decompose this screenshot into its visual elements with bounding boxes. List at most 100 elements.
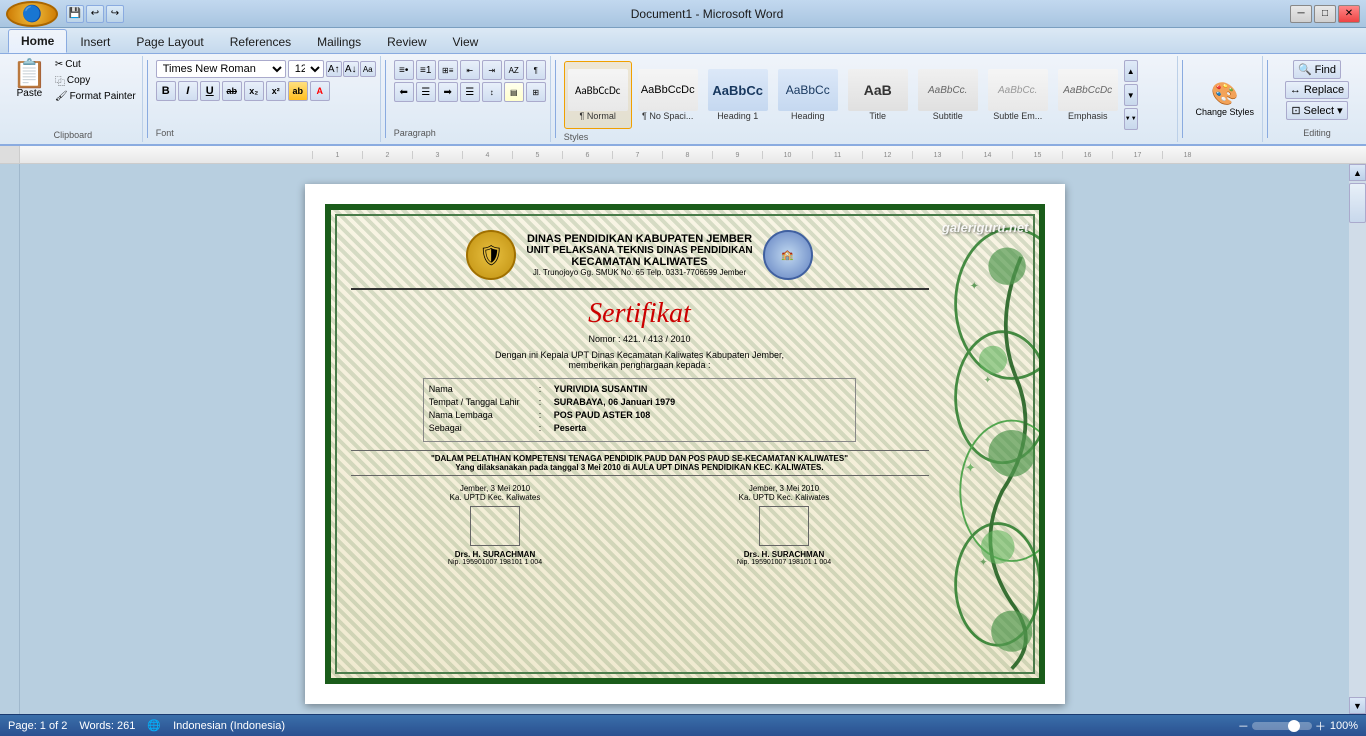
maximize-button[interactable]: □ (1314, 5, 1336, 23)
show-hide-button[interactable]: ¶ (526, 60, 546, 80)
font-name-select[interactable]: Times New Roman (156, 60, 286, 78)
copy-button[interactable]: ⿻ Copy (53, 72, 138, 89)
underline-button[interactable]: U (200, 81, 220, 101)
scroll-down-button[interactable]: ▼ (1349, 697, 1366, 714)
italic-button[interactable]: I (178, 81, 198, 101)
select-icon: ⊡ (1291, 104, 1300, 117)
ruler-mark-2: 2 (362, 151, 412, 159)
align-right-button[interactable]: ➡ (438, 82, 458, 102)
cert-field-name-value: YURIVIDIA SUSANTIN (554, 384, 851, 394)
borders-button[interactable]: ⊞ (526, 82, 546, 102)
cert-field-birth: Tempat / Tanggal Lahir : SURABAYA, 06 Ja… (429, 397, 851, 407)
font-group-label: Font (156, 128, 174, 138)
tab-insert[interactable]: Insert (67, 30, 123, 53)
increase-indent-button[interactable]: ⇥ (482, 60, 502, 80)
title-bar-left: 🔵 💾 ↩ ↪ (6, 1, 124, 27)
styles-group-label: Styles (564, 132, 589, 142)
style-emph-preview: AaBbCcDc (1058, 69, 1118, 111)
office-button[interactable]: 🔵 (6, 1, 58, 27)
ruler-mark-4: 4 (462, 151, 512, 159)
format-painter-icon: 🖌 (55, 91, 68, 102)
scroll-track[interactable] (1349, 181, 1366, 697)
style-emphasis[interactable]: AaBbCcDc Emphasis (1054, 61, 1122, 129)
change-styles-button[interactable]: 🎨 Change Styles (1191, 77, 1258, 121)
scroll-thumb[interactable] (1349, 183, 1366, 223)
bold-button[interactable]: B (156, 81, 176, 101)
find-button[interactable]: 🔍 Find (1293, 60, 1341, 79)
zoom-control[interactable]: － ＋ (1238, 718, 1326, 734)
style-heading2[interactable]: AaBbCc Heading (774, 61, 842, 129)
decrease-indent-button[interactable]: ⇤ (460, 60, 480, 80)
style-normal[interactable]: AaBbCcDc ¶ Normal (564, 61, 632, 129)
style-subtle-em[interactable]: AaBbCc. Subtle Em... (984, 61, 1052, 129)
cert-sig-right: Jember, 3 Mei 2010 Ka. UPTD Kec. Kaliwat… (737, 484, 831, 566)
document-area[interactable]: galeriguru.net ✦ ✦ ✦ (20, 164, 1349, 714)
clear-format-button[interactable]: Aa (360, 61, 376, 77)
align-left-button[interactable]: ⬅ (394, 82, 414, 102)
numbered-list-button[interactable]: ≡1 (416, 60, 436, 80)
close-button[interactable]: ✕ (1338, 5, 1360, 23)
replace-button[interactable]: ↔ Replace (1285, 81, 1349, 99)
redo-button[interactable]: ↪ (106, 5, 124, 23)
tab-review[interactable]: Review (374, 30, 439, 53)
cut-button[interactable]: ✂ Cut (53, 58, 138, 71)
save-button[interactable]: 💾 (66, 5, 84, 23)
subscript-button[interactable]: x₂ (244, 81, 264, 101)
cert-sig2-box (759, 506, 809, 546)
styles-scroll-down[interactable]: ▼ (1124, 84, 1138, 106)
zoom-out-icon[interactable]: － (1238, 718, 1249, 734)
style-heading1[interactable]: AaBbCc Heading 1 (704, 61, 772, 129)
clipboard-small-buttons: ✂ Cut ⿻ Copy 🖌 Format Painter (53, 58, 138, 103)
font-size-select[interactable]: 12 (288, 60, 324, 78)
highlight-button[interactable]: ab (288, 81, 308, 101)
justify-button[interactable]: ☰ (460, 82, 480, 102)
select-button[interactable]: ⊡ Select ▾ (1286, 101, 1347, 120)
font-content: Times New Roman 12 A↑ A↓ Aa B I U ab x₂ … (156, 60, 376, 126)
superscript-button[interactable]: x² (266, 81, 286, 101)
zoom-thumb (1288, 720, 1300, 732)
tab-home[interactable]: Home (8, 29, 67, 53)
vertical-scrollbar[interactable]: ▲ ▼ (1349, 164, 1366, 714)
style-h2-preview: AaBbCc (778, 69, 838, 111)
ruler-mark-11: 11 (812, 151, 862, 159)
multilevel-list-button[interactable]: ⊞≡ (438, 60, 458, 80)
style-subtle-label: Subtle Em... (993, 111, 1042, 121)
font-color-button[interactable]: A (310, 81, 330, 101)
align-center-button[interactable]: ☰ (416, 82, 436, 102)
undo-button[interactable]: ↩ (86, 5, 104, 23)
title-bar: 🔵 💾 ↩ ↪ Document1 - Microsoft Word ─ □ ✕ (0, 0, 1366, 28)
style-no-spacing[interactable]: AaBbCcDc ¶ No Spaci... (634, 61, 702, 129)
change-styles-label: Change Styles (1195, 107, 1254, 117)
bullet-list-button[interactable]: ≡• (394, 60, 414, 80)
change-styles-icon: 🎨 (1211, 81, 1238, 107)
styles-expand[interactable]: ▼▼ (1124, 108, 1138, 130)
word-count: Words: 261 (79, 720, 135, 732)
minimize-button[interactable]: ─ (1290, 5, 1312, 23)
sort-button[interactable]: AZ (504, 60, 524, 80)
zoom-slider[interactable] (1252, 722, 1312, 730)
document-page: galeriguru.net ✦ ✦ ✦ (305, 184, 1065, 704)
style-subtitle[interactable]: AaBbCc. Subtitle (914, 61, 982, 129)
paste-button[interactable]: 📋 Paste (8, 58, 51, 101)
cert-header: 🛡 DINAS PENDIDIKAN KABUPATEN JEMBER UNIT… (351, 230, 929, 290)
format-painter-button[interactable]: 🖌 Format Painter (53, 90, 138, 103)
cert-logo-right: 🏫 (763, 230, 813, 280)
cert-org-line1: DINAS PENDIDIKAN KABUPATEN JEMBER (526, 233, 752, 245)
line-spacing-button[interactable]: ↕ (482, 82, 502, 102)
scroll-up-button[interactable]: ▲ (1349, 164, 1366, 181)
shading-button[interactable]: ▤ (504, 82, 524, 102)
strikethrough-button[interactable]: ab (222, 81, 242, 101)
ruler-mark-13: 13 (912, 151, 962, 159)
styles-scroll-up[interactable]: ▲ (1124, 60, 1138, 82)
cert-sig-left: Jember, 3 Mei 2010 Ka. UPTD Kec. Kaliwat… (448, 484, 542, 566)
tab-page-layout[interactable]: Page Layout (123, 30, 216, 53)
increase-font-button[interactable]: A↑ (326, 61, 342, 77)
tab-mailings[interactable]: Mailings (304, 30, 374, 53)
tab-references[interactable]: References (217, 30, 304, 53)
tab-view[interactable]: View (440, 30, 492, 53)
ribbon-tabs: Home Insert Page Layout References Maili… (0, 28, 1366, 54)
zoom-in-icon[interactable]: ＋ (1315, 718, 1326, 734)
decrease-font-button[interactable]: A↓ (343, 61, 359, 77)
language-indicator[interactable]: 🌐 (147, 719, 161, 732)
style-title[interactable]: AaB Title (844, 61, 912, 129)
